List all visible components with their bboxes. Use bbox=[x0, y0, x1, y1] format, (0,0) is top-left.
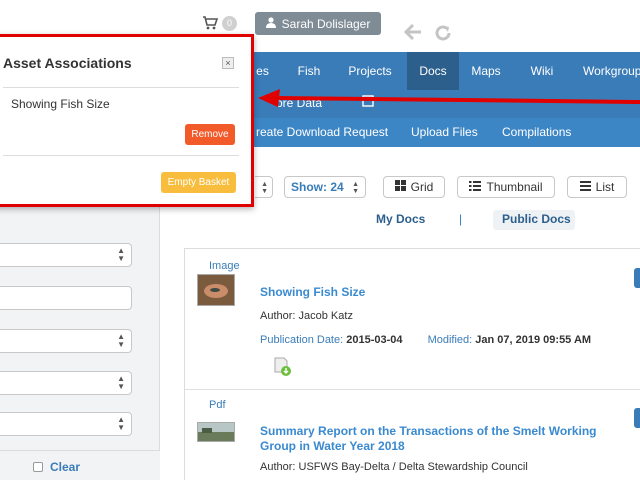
page-select[interactable]: ▲ ▼ bbox=[255, 176, 273, 198]
tab-separator: | bbox=[459, 212, 463, 226]
list-view-button[interactable]: List bbox=[567, 176, 627, 198]
nav-item-maps[interactable]: Maps bbox=[462, 52, 510, 90]
popup-title: Asset Associations bbox=[3, 55, 132, 71]
nav-item-wiki[interactable]: Wiki bbox=[518, 52, 566, 90]
select-arrows-icon: ▲ ▼ bbox=[117, 332, 125, 349]
clear-filters-link[interactable]: Clear bbox=[50, 460, 80, 474]
filter-clear-row: Clear bbox=[0, 450, 160, 480]
subnav-upload-files[interactable]: Upload Files bbox=[411, 118, 478, 147]
popup-divider bbox=[3, 87, 239, 88]
list-label: List bbox=[595, 180, 615, 194]
result-author: Author: USFWS Bay-Delta / Delta Stewards… bbox=[260, 461, 528, 473]
result-title[interactable]: Showing Fish Size bbox=[260, 285, 630, 300]
back-arrow-icon[interactable] bbox=[403, 23, 422, 45]
result-action-tab[interactable] bbox=[634, 268, 640, 288]
popup-divider bbox=[3, 155, 239, 156]
list-icon bbox=[579, 180, 591, 194]
user-icon bbox=[265, 16, 276, 31]
filter-select-3[interactable]: ▲ ▼ bbox=[0, 371, 132, 395]
filter-select-2[interactable]: ▲ ▼ bbox=[0, 329, 132, 353]
result-divider bbox=[185, 389, 640, 390]
show-count-select[interactable]: Show: 24 ▲ ▼ bbox=[284, 176, 366, 198]
grid-label: Grid bbox=[410, 180, 434, 194]
basket-icon bbox=[202, 16, 218, 30]
tab-my-docs[interactable]: My Docs bbox=[376, 212, 425, 226]
nav-item-workgroup[interactable]: Workgroup bbox=[575, 52, 640, 90]
thumbnail-view-button[interactable]: Thumbnail bbox=[457, 176, 555, 198]
basket-count-badge: 0 bbox=[222, 15, 237, 31]
annotation-arrow-icon bbox=[258, 89, 640, 107]
refresh-icon[interactable] bbox=[434, 24, 452, 45]
nav-item-projects[interactable]: Projects bbox=[335, 52, 405, 90]
result-thumbnail[interactable] bbox=[197, 422, 235, 442]
download-file-icon[interactable] bbox=[274, 357, 292, 380]
tab-public-docs[interactable]: Public Docs bbox=[502, 212, 571, 226]
grid-icon bbox=[394, 180, 406, 194]
pub-date-value: 2015-03-04 bbox=[346, 334, 403, 346]
asset-associations-popup: Asset Associations × Showing Fish Size R… bbox=[0, 34, 254, 207]
thumbnail-label: Thumbnail bbox=[486, 180, 543, 194]
result-action-tab[interactable] bbox=[634, 408, 640, 428]
select-arrows-icon: ▲ ▼ bbox=[117, 415, 125, 432]
results-list: Image Showing Fish Size Author: Jacob Ka… bbox=[184, 248, 640, 480]
result-dates: Publication Date: 2015-03-04 Modified: J… bbox=[260, 334, 591, 346]
close-icon[interactable]: × bbox=[222, 57, 234, 69]
pub-date-label: Publication Date: bbox=[260, 334, 344, 346]
filter-select-1[interactable]: ▲ ▼ bbox=[0, 243, 132, 267]
result-type: Pdf bbox=[209, 399, 226, 411]
doc-results-area: ▲ ▼ Show: 24 ▲ ▼ Grid Thumbnail List My Do… bbox=[168, 160, 640, 480]
subnav-compilations[interactable]: Compilations bbox=[502, 118, 571, 147]
user-name: Sarah Dolislager bbox=[281, 16, 371, 31]
empty-basket-button[interactable]: Empty Basket bbox=[161, 172, 236, 193]
select-arrows-icon: ▲ ▼ bbox=[117, 374, 125, 391]
user-menu-button[interactable]: Sarah Dolislager bbox=[255, 12, 381, 35]
subnav-create-download-request[interactable]: reate Download Request bbox=[256, 118, 388, 147]
nav-item-fish[interactable]: Fish bbox=[288, 52, 330, 90]
filter-input[interactable] bbox=[0, 286, 132, 310]
select-arrows-icon: ▲ ▼ bbox=[117, 246, 125, 263]
thumbnail-list-icon bbox=[469, 180, 482, 194]
modified-label: Modified: bbox=[427, 334, 473, 346]
filter-select-4[interactable]: ▲ ▼ bbox=[0, 412, 132, 436]
basket-item: Showing Fish Size bbox=[11, 97, 110, 111]
show-count-label: Show: 24 bbox=[291, 180, 344, 194]
select-arrows-icon: ▲ ▼ bbox=[352, 181, 359, 195]
grid-view-button[interactable]: Grid bbox=[383, 176, 445, 198]
modified-value: Jan 07, 2019 09:55 AM bbox=[475, 334, 592, 346]
nav-item-docs[interactable]: Docs bbox=[407, 52, 459, 90]
result-thumbnail[interactable] bbox=[197, 274, 235, 306]
result-author: Author: Jacob Katz bbox=[260, 310, 353, 322]
clear-checkbox[interactable] bbox=[33, 462, 43, 472]
result-type: Image bbox=[209, 260, 240, 272]
history-controls bbox=[403, 23, 452, 45]
remove-button[interactable]: Remove bbox=[185, 124, 235, 145]
select-arrows-icon: ▲ ▼ bbox=[261, 181, 268, 195]
result-title[interactable]: Summary Report on the Transactions of th… bbox=[260, 424, 630, 454]
basket-button[interactable]: 0 bbox=[202, 14, 242, 32]
